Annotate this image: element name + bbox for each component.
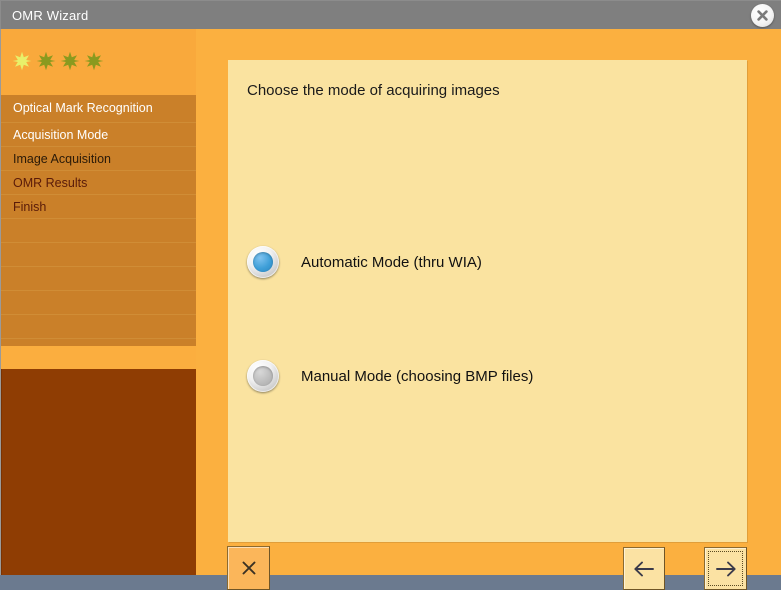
close-icon (757, 10, 768, 21)
close-x-icon (242, 561, 255, 575)
radio-manual-mode[interactable] (247, 360, 279, 392)
option-label-automatic-mode: Automatic Mode (thru WIA) (301, 253, 482, 271)
arrow-left-icon (634, 561, 654, 576)
next-button[interactable] (704, 547, 747, 590)
omr-wizard-window: OMR Wizard Optical Mark Recognition Acqu… (0, 0, 781, 590)
star-icon-2 (36, 51, 56, 71)
sidebar-item-blank-1 (1, 219, 196, 243)
arrow-right-icon (715, 561, 736, 576)
sidebar-item-finish[interactable]: Finish (1, 195, 196, 219)
sidebar-item-blank-5 (1, 315, 196, 339)
star-icon-1 (12, 51, 32, 71)
wizard-sidebar: Optical Mark Recognition Acquisition Mod… (1, 29, 196, 575)
radio-dot-selected (253, 252, 273, 272)
star-icon-4 (84, 51, 104, 71)
option-manual-mode[interactable]: Manual Mode (choosing BMP files) (247, 360, 533, 392)
progress-stars (12, 51, 104, 71)
title-bar: OMR Wizard (0, 0, 781, 29)
page-title: Choose the mode of acquiring images (247, 82, 500, 99)
sidebar-accent-bar (1, 346, 196, 369)
window-body: Optical Mark Recognition Acquisition Mod… (0, 29, 781, 590)
sidebar-item-optical-mark-recognition[interactable]: Optical Mark Recognition (1, 95, 196, 123)
sidebar-banner (1, 29, 196, 95)
radio-dot-unselected (253, 366, 273, 386)
back-button[interactable] (623, 547, 665, 590)
option-label-manual-mode: Manual Mode (choosing BMP files) (301, 367, 534, 385)
radio-automatic-mode[interactable] (247, 246, 279, 278)
sidebar-item-image-acquisition[interactable]: Image Acquisition (1, 147, 196, 171)
wizard-content-panel: Choose the mode of acquiring images Auto… (228, 60, 747, 542)
sidebar-step-list: Optical Mark Recognition Acquisition Mod… (1, 95, 196, 363)
sidebar-item-blank-3 (1, 267, 196, 291)
sidebar-item-blank-4 (1, 291, 196, 315)
option-automatic-mode[interactable]: Automatic Mode (thru WIA) (247, 246, 482, 278)
sidebar-item-acquisition-mode[interactable]: Acquisition Mode (1, 123, 196, 147)
cancel-button[interactable] (227, 546, 270, 590)
window-title: OMR Wizard (12, 8, 89, 23)
sidebar-footer-block (1, 369, 196, 575)
star-icon-3 (60, 51, 80, 71)
sidebar-item-blank-2 (1, 243, 196, 267)
sidebar-item-omr-results[interactable]: OMR Results (1, 171, 196, 195)
window-close-button[interactable] (751, 4, 774, 27)
